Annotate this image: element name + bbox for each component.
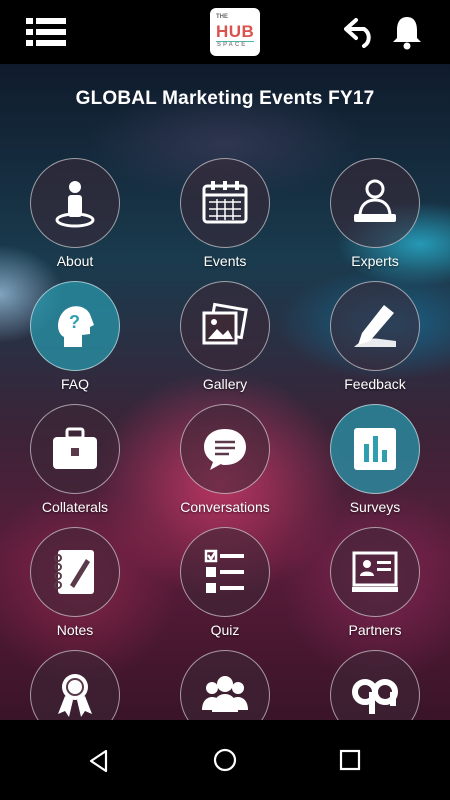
tile-label: FAQ [60,376,89,392]
bell-icon[interactable] [390,14,424,50]
tile-label: Surveys [349,499,401,515]
tile-quiz[interactable]: Quiz [170,527,280,638]
checklist-icon [204,549,244,593]
tile-label: Quiz [210,622,240,638]
tile-circle [180,158,270,248]
app-logo: THE HUB SPACE [210,8,260,56]
tile-circle [30,404,120,494]
briefcase-icon [53,427,97,469]
tile-circle [30,650,120,720]
tile-qa[interactable] [320,650,430,720]
tile-label: Partners [348,622,402,638]
nav-recents-icon[interactable] [338,748,362,772]
tile-circle [330,527,420,617]
nav-back-icon[interactable] [86,748,112,774]
tile-feedback[interactable]: Feedback [320,281,430,392]
tile-conversations[interactable]: Conversations [170,404,280,515]
tile-gallery[interactable]: Gallery [170,281,280,392]
tile-label: Experts [351,253,399,269]
system-navigation-bar [0,720,450,800]
tile-notes[interactable]: Notes [20,527,130,638]
svg-text:?: ? [69,312,80,332]
tile-label: Events [203,253,247,269]
page-title: GLOBAL Marketing Events FY17 [75,88,375,109]
award-ribbon-icon [58,674,92,717]
tile-events[interactable]: Events [170,158,280,269]
tile-circle [330,281,420,371]
expert-icon [354,179,396,222]
tile-label: Feedback [344,376,406,392]
tile-circle [30,527,120,617]
person-icon [55,181,95,228]
tile-label: Notes [56,622,94,638]
tile-label: Collaterals [41,499,109,515]
tile-awards[interactable] [20,650,130,720]
photos-icon [202,302,248,345]
tile-circle [30,158,120,248]
qa-icon [352,679,398,714]
logo-text-bottom: SPACE [217,42,248,48]
dashboard-content: GLOBAL Marketing Events FY17 About Event… [0,64,450,720]
tile-about[interactable]: About [20,158,130,269]
tile-circle [180,650,270,720]
nav-home-icon[interactable] [212,747,238,773]
tile-faq[interactable]: ? FAQ [20,281,130,392]
tile-circle [330,650,420,720]
tile-surveys[interactable]: Surveys [320,404,430,515]
tile-circle: ? [30,281,120,371]
tile-circle [180,281,270,371]
head-question-icon: ? [58,306,94,347]
notebook-icon [54,550,94,594]
tile-label: Gallery [202,376,248,392]
tile-label: About [56,253,94,269]
tile-circle [330,404,420,494]
tile-label: Conversations [180,499,270,515]
group-icon [202,676,248,712]
pen-hand-icon [354,305,396,347]
tile-networking[interactable] [170,650,280,720]
tile-circle [180,404,270,494]
chat-bubble-icon [204,429,246,470]
tile-experts[interactable]: Experts [320,158,430,269]
logo-text-main: HUB [216,22,255,41]
tile-partners[interactable]: Partners [320,527,430,638]
logo-text-top: THE [216,14,228,20]
menu-icon[interactable] [26,16,66,48]
tile-circle [180,527,270,617]
bar-chart-icon [354,428,396,470]
tile-circle [330,158,420,248]
calendar-icon [202,181,248,224]
presentation-board-icon [352,551,398,592]
tile-collaterals[interactable]: Collaterals [20,404,130,515]
app-toolbar: THE HUB SPACE [0,0,450,64]
back-arrow-icon[interactable] [344,16,378,48]
